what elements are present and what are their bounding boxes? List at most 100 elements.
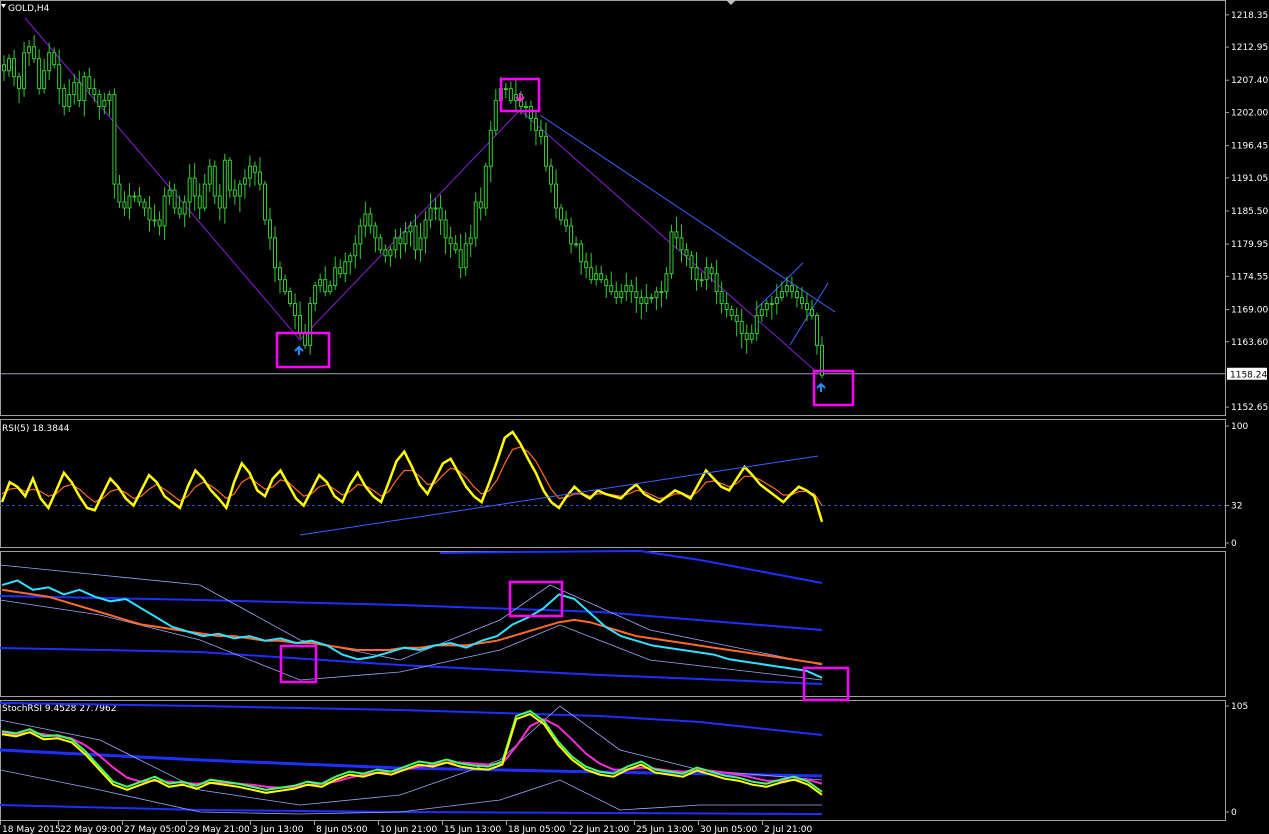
- shift-marker-icon[interactable]: [726, 0, 736, 5]
- candle-body: [629, 285, 634, 293]
- candle-body: [699, 279, 704, 282]
- stoch-band-top: [0, 702, 823, 736]
- candle-body: [493, 100, 498, 131]
- candle-body: [227, 159, 232, 191]
- candle-body: [142, 201, 147, 209]
- candle-body: [22, 52, 27, 90]
- candle-body: [538, 129, 543, 137]
- time-tick-label: 2 Jul 21:00: [764, 825, 813, 834]
- time-tick-label: 22 Jun 21:00: [572, 825, 629, 834]
- stoch-lines: [0, 702, 823, 815]
- candle-body: [448, 237, 453, 245]
- candle-body: [784, 285, 789, 293]
- buy-arrow-icon: [294, 345, 304, 355]
- candle-body: [649, 297, 654, 300]
- candle-body: [759, 309, 764, 316]
- candle-body: [669, 231, 674, 275]
- time-tick-label: 10 Jun 21:00: [380, 825, 437, 834]
- candle-body: [438, 207, 443, 221]
- time-tick-label: 22 May 09:00: [60, 825, 122, 834]
- stoch-tick-label: 105: [1231, 702, 1248, 712]
- chart-canvas[interactable]: GOLD,H4 RSI(5) 18.3844 StochRSI 9.4528 2…: [0, 0, 1269, 834]
- price-tick-label: 1202.00: [1231, 108, 1268, 118]
- candle-body: [579, 243, 584, 263]
- candle-body: [664, 273, 669, 293]
- candle-body: [639, 297, 644, 305]
- candle-body: [207, 165, 212, 185]
- candle-body: [794, 291, 799, 299]
- price-tick-label: 1179.95: [1231, 240, 1268, 250]
- candle-body: [262, 183, 267, 221]
- candle-body: [619, 291, 624, 299]
- time-tick-label: 30 Jun 05:00: [700, 825, 757, 834]
- candle-body: [644, 297, 649, 305]
- rsi-lines: [0, 430, 824, 536]
- candle-body: [729, 309, 734, 316]
- candle-body: [192, 177, 197, 197]
- candle-body: [222, 159, 227, 209]
- candle-body: [67, 94, 72, 107]
- stoch-rsi-line: [1, 712, 823, 796]
- candle-body: [764, 303, 769, 311]
- time-tick-label: 18 Jun 05:00: [508, 825, 565, 834]
- candle-body: [528, 105, 533, 119]
- candle-body: [82, 76, 87, 102]
- candle-body: [584, 261, 589, 269]
- candle-body: [554, 183, 559, 209]
- candle-body: [523, 105, 528, 108]
- candle-body: [52, 52, 57, 66]
- dropdown-triangle-icon[interactable]: [1, 4, 6, 8]
- candle-body: [267, 219, 272, 239]
- band-top: [439, 549, 823, 584]
- candle-body: [137, 195, 142, 203]
- candle-body: [247, 165, 252, 179]
- candle-body: [589, 267, 594, 281]
- candle-body: [252, 165, 257, 173]
- candle-body: [117, 183, 122, 203]
- candle-body: [87, 76, 92, 90]
- candle-body: [358, 225, 363, 245]
- candle-body: [308, 303, 313, 346]
- candle-body: [624, 285, 629, 293]
- candle-body: [709, 267, 714, 275]
- candle-body: [37, 58, 42, 90]
- rsi-tick-label: 0: [1231, 539, 1237, 549]
- candle-body: [197, 195, 202, 209]
- candle-body: [187, 177, 192, 203]
- candle-body: [383, 249, 388, 257]
- candle-body: [734, 314, 739, 322]
- candle-body: [478, 201, 483, 209]
- candle-body: [508, 88, 513, 102]
- candle-body: [503, 88, 508, 91]
- candle-body: [779, 291, 784, 299]
- candle-body: [679, 237, 684, 251]
- candle-body: [388, 249, 393, 257]
- signal-markers: [275, 77, 855, 702]
- rsi-panel-border: [0, 419, 1226, 548]
- candle-body: [318, 279, 323, 287]
- price-tick-label: 1163.60: [1231, 338, 1268, 348]
- candle-body: [348, 255, 353, 263]
- band-main-line: [1, 579, 823, 679]
- candle-body: [413, 225, 418, 251]
- candle-body: [674, 231, 679, 239]
- candle-body: [789, 285, 794, 293]
- candle-body: [799, 297, 804, 305]
- candle-body: [217, 195, 222, 209]
- candle-body: [152, 219, 157, 222]
- candle-body: [463, 243, 468, 269]
- time-tick-label: 29 May 21:00: [188, 825, 250, 834]
- rsi-tick-label: 32: [1231, 502, 1242, 512]
- price-tick-label: 1207.40: [1231, 76, 1268, 86]
- candle-body: [102, 100, 107, 107]
- candle-body: [704, 267, 709, 281]
- candle-body: [473, 201, 478, 239]
- candle-body: [774, 297, 779, 305]
- candle-body: [182, 201, 187, 215]
- candle-body: [232, 189, 237, 197]
- candle-body: [634, 291, 639, 299]
- candle-body: [428, 207, 433, 221]
- candle-body: [293, 303, 298, 316]
- candle-body: [488, 129, 493, 167]
- candle-body: [107, 94, 112, 102]
